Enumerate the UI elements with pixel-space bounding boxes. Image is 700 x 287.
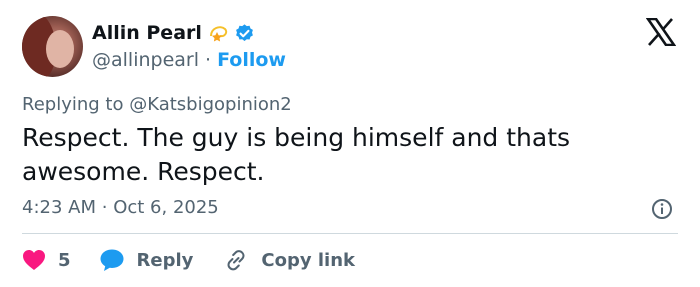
copy-link-label: Copy link <box>261 249 355 271</box>
tweet-timestamp[interactable]: 4:23 AM · Oct 6, 2025 <box>22 197 219 218</box>
like-count: 5 <box>58 249 71 271</box>
dizzy-star-emoji-icon <box>208 22 230 44</box>
action-bar: 5 Reply Copy link <box>22 245 355 275</box>
tweet-text: Respect. The guy is being himself and th… <box>22 123 571 186</box>
reply-button[interactable]: Reply <box>99 248 194 272</box>
author-handle-row: @allinpearl · Follow <box>92 48 286 72</box>
reply-context-mention[interactable]: @Katsbigopinion2 <box>129 94 292 115</box>
info-icon[interactable] <box>651 198 673 220</box>
author-name-row: Allin Pearl <box>92 20 255 46</box>
follow-button[interactable]: Follow <box>217 49 286 71</box>
avatar[interactable] <box>22 16 83 77</box>
timestamp-separator: · <box>101 197 108 218</box>
verified-badge-icon <box>234 23 255 44</box>
author-name[interactable]: Allin Pearl <box>92 22 202 44</box>
reply-context: Replying to @Katsbigopinion2 <box>22 94 292 115</box>
reply-context-prefix: Replying to <box>22 94 124 115</box>
handle-separator: · <box>205 49 212 71</box>
author-handle[interactable]: @allinpearl <box>92 49 199 71</box>
tweet-card: Allin Pearl @allinpearl · Follow Replyin… <box>0 0 700 287</box>
action-divider <box>22 233 678 234</box>
avatar-face <box>46 30 74 68</box>
tweet-time: 4:23 AM <box>22 197 96 218</box>
copy-link-button[interactable]: Copy link <box>223 248 355 272</box>
x-logo-icon[interactable] <box>645 17 677 47</box>
speech-bubble-icon <box>100 249 124 271</box>
reply-label: Reply <box>136 249 194 271</box>
tweet-date: Oct 6, 2025 <box>113 197 219 218</box>
heart-icon <box>23 250 45 270</box>
link-icon <box>227 250 245 271</box>
like-button[interactable]: 5 <box>22 249 71 271</box>
